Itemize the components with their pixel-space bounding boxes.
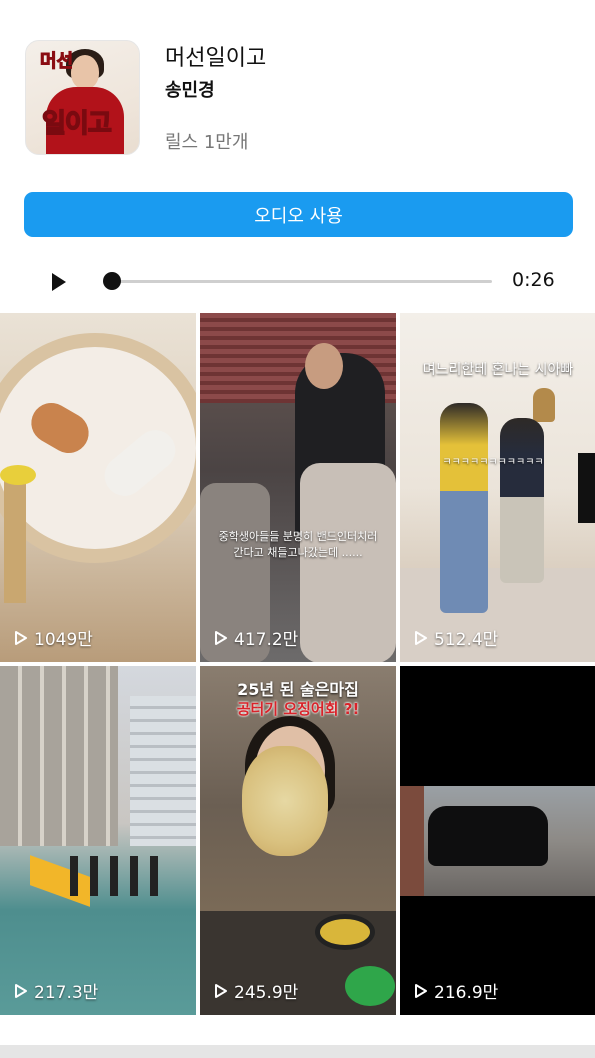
view-count-text: 512.4만: [434, 630, 499, 650]
cover-text-bottom: 일이고: [41, 108, 112, 140]
reel-tile[interactable]: 25년 된 술은마집 공터기 오징어회 ?! 245.9만: [200, 666, 396, 1015]
brick-wall: [400, 786, 424, 896]
reels-count: 릴스 1만개: [165, 132, 249, 153]
view-count: 216.9만: [414, 978, 498, 1003]
bottom-divider: [0, 1045, 595, 1058]
play-outline-icon: [415, 630, 427, 645]
scratching-post-top: [0, 465, 36, 485]
apartment-building: [0, 666, 118, 846]
play-icon[interactable]: [44, 268, 72, 296]
reel-tile[interactable]: 며느리한테 혼나는 시아빠 ㅋㅋㅋㅋㅋㅋㅋㅋㅋㅋㅋ 512.4만: [400, 313, 595, 662]
audio-player: 0:26: [0, 258, 595, 304]
reel-tile[interactable]: 216.9만: [400, 666, 595, 1015]
view-count-text: 1049만: [34, 630, 93, 650]
view-count-text: 245.9만: [234, 983, 299, 1003]
view-count: 512.4만: [414, 625, 498, 650]
view-count-text: 417.2만: [234, 630, 299, 650]
play-outline-icon: [15, 983, 27, 998]
use-audio-button[interactable]: 오디오 사용: [24, 192, 573, 237]
audio-cover-art: 머선 일이고: [25, 40, 140, 155]
audio-title: 머선일이고: [165, 46, 267, 71]
audio-duration: 0:26: [512, 269, 555, 291]
audio-header: 머선 일이고 머선일이고 송민경 릴스 1만개: [0, 0, 595, 180]
view-count-text: 216.9만: [434, 983, 499, 1003]
play-outline-icon: [215, 983, 227, 998]
person-face: [305, 343, 343, 389]
television: [578, 453, 595, 523]
view-count-text: 217.3만: [34, 983, 99, 1003]
children-group: [70, 856, 170, 896]
scratching-post: [4, 473, 26, 603]
play-outline-icon: [15, 630, 27, 645]
reels-grid: 1049만 중학생아들들 분명히 밴드인터치러간다고 채들고나갔는데 .....…: [0, 313, 595, 1017]
cover-text-top: 머선: [39, 51, 74, 73]
cover-person-face: [71, 55, 99, 89]
reel-tile[interactable]: 1049만: [0, 313, 196, 662]
apartment-building: [130, 696, 196, 846]
reel-tile[interactable]: 217.3만: [0, 666, 196, 1015]
play-outline-icon: [415, 983, 427, 998]
reel-tile[interactable]: 중학생아들들 분명히 밴드인터치러간다고 채들고나갔는데 ...... 417.…: [200, 313, 396, 662]
gaming-chair: [300, 463, 396, 662]
side-dish-plate: [345, 966, 395, 1006]
person-figure: [440, 403, 488, 613]
wall-clock: [533, 388, 555, 422]
reel-caption: 중학생아들들 분명히 밴드인터치러간다고 채들고나갔는데 ......: [218, 530, 378, 559]
view-count: 417.2만: [214, 625, 298, 650]
person-figure: [500, 418, 544, 583]
reel-caption-secondary: ㅋㅋㅋㅋㅋㅋㅋㅋㅋㅋㅋ: [442, 457, 544, 468]
reel-caption-secondary: 공터기 오징어회 ?!: [236, 700, 360, 718]
reel-caption: 며느리한테 혼나는 시아빠: [422, 362, 574, 378]
view-count: 245.9만: [214, 978, 298, 1003]
progress-thumb[interactable]: [103, 272, 121, 290]
play-outline-icon: [215, 630, 227, 645]
reel-caption: 25년 된 술은마집: [237, 680, 359, 699]
view-count: 217.3만: [14, 978, 98, 1003]
view-count: 1049만: [14, 625, 93, 650]
stew-bowl: [315, 914, 375, 950]
audio-artist[interactable]: 송민경: [165, 76, 215, 102]
progress-track[interactable]: [112, 280, 492, 283]
black-sedan: [428, 806, 548, 866]
pancake-dish: [242, 746, 328, 856]
